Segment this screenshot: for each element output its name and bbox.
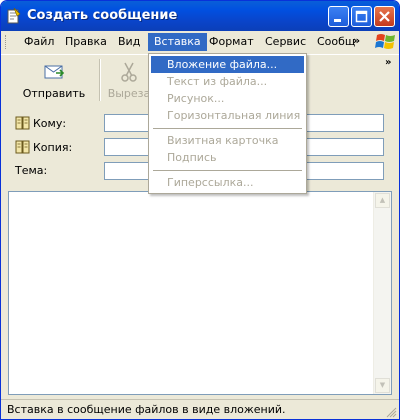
address-book-icon <box>15 140 30 154</box>
insert-menu-item-text-from-file[interactable]: Текст из файла... <box>151 73 304 90</box>
scroll-down-button[interactable]: ▼ <box>375 378 390 393</box>
resize-grip-icon[interactable] <box>385 406 397 418</box>
minimize-button[interactable] <box>328 6 349 27</box>
maximize-icon <box>355 10 368 23</box>
menu-view[interactable]: Вид <box>112 33 146 51</box>
menu-format[interactable]: Формат <box>203 33 260 51</box>
to-label-button[interactable]: Кому: <box>15 116 66 130</box>
minimize-icon <box>334 19 341 22</box>
toolbar-overflow-button[interactable]: » <box>385 57 391 68</box>
cc-label: Копия: <box>33 141 73 154</box>
insert-menu-item-attachment[interactable]: Вложение файла... <box>151 56 304 73</box>
menubar-grip[interactable] <box>5 35 9 49</box>
address-book-icon <box>15 116 30 130</box>
insert-menu-item-picture[interactable]: Рисунок... <box>151 90 304 107</box>
window-title: Создать сообщение <box>27 8 178 23</box>
scissors-icon <box>121 62 137 82</box>
compose-window: Создать сообщение Файл Правка Вид Вставк… <box>0 0 400 420</box>
menu-file[interactable]: Файл <box>18 33 60 51</box>
title-bar[interactable]: Создать сообщение <box>1 1 399 31</box>
menu-bar: Файл Правка Вид Вставка Формат Сервис Со… <box>1 31 399 53</box>
to-label: Кому: <box>33 117 67 130</box>
cut-button[interactable]: Выреза <box>105 55 153 105</box>
close-button[interactable] <box>374 6 395 27</box>
message-body[interactable] <box>9 192 375 394</box>
send-button[interactable]: Отправить <box>15 55 93 105</box>
menu-tools[interactable]: Сервис <box>259 33 312 51</box>
insert-menu-dropdown: Вложение файла... Текст из файла... Рису… <box>148 53 307 194</box>
send-icon <box>44 65 65 79</box>
scroll-up-button[interactable]: ▲ <box>375 193 390 208</box>
cut-label: Выреза <box>107 87 151 100</box>
menu-separator <box>153 128 302 129</box>
insert-menu-item-signature[interactable]: Подпись <box>151 149 304 166</box>
menubar-overflow-button[interactable]: » <box>353 34 360 47</box>
status-bar: Вставка в сообщение файлов в виде вложен… <box>1 399 399 419</box>
insert-menu-item-horizontal-line[interactable]: Горизонтальная линия <box>151 107 304 124</box>
cc-label-button[interactable]: Копия: <box>15 140 72 154</box>
close-icon <box>379 11 390 22</box>
windows-logo-icon <box>375 34 395 49</box>
toolbar-separator <box>99 59 101 101</box>
maximize-button[interactable] <box>351 6 372 27</box>
vertical-scrollbar[interactable]: ▲ ▼ <box>373 192 391 394</box>
menu-insert[interactable]: Вставка <box>148 33 207 51</box>
insert-menu-item-hyperlink[interactable]: Гиперссылка... <box>151 174 304 191</box>
status-text: Вставка в сообщение файлов в виде вложен… <box>7 403 286 416</box>
send-label: Отправить <box>22 87 86 100</box>
new-message-icon <box>7 8 21 24</box>
message-body-area: ▲ ▼ <box>8 191 392 395</box>
insert-menu-item-business-card[interactable]: Визитная карточка <box>151 132 304 149</box>
subject-label: Тема: <box>15 164 48 177</box>
menu-edit[interactable]: Правка <box>59 33 113 51</box>
menu-separator <box>153 170 302 171</box>
